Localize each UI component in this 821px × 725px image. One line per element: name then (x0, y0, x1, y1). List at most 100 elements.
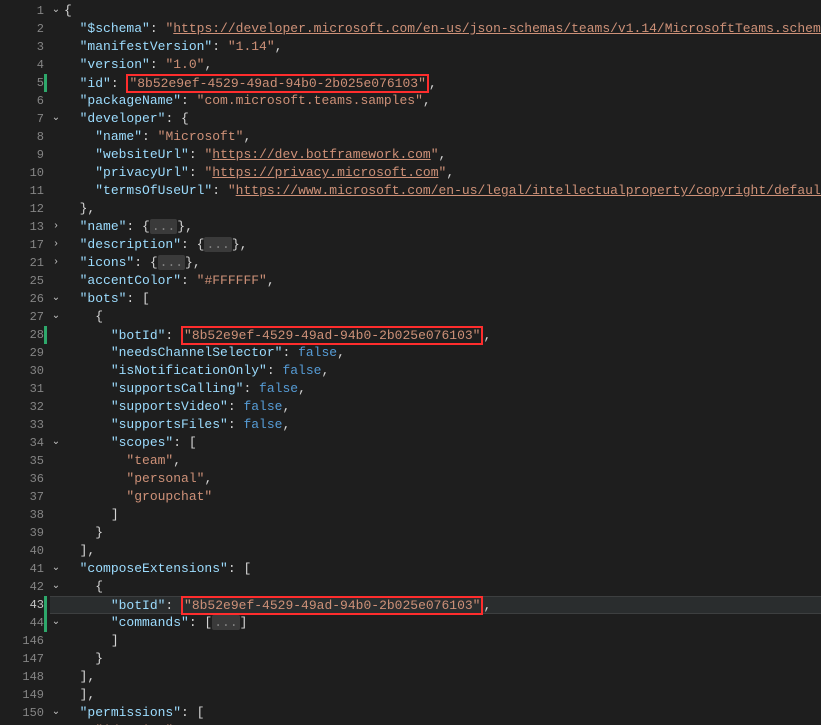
code-line[interactable]: "websiteUrl": "https://dev.botframework.… (50, 146, 821, 164)
line-number: 31 (0, 380, 50, 398)
line-number: 40 (0, 542, 50, 560)
fold-expanded-icon[interactable] (50, 110, 62, 128)
line-number: 27 (0, 308, 50, 326)
line-number: 33 (0, 416, 50, 434)
code-line[interactable]: "manifestVersion": "1.14", (50, 38, 821, 56)
code-line[interactable]: "icons": {...}, (50, 254, 821, 272)
code-line[interactable]: }, (50, 200, 821, 218)
code-line[interactable]: "accentColor": "#FFFFFF", (50, 272, 821, 290)
line-number: 29 (0, 344, 50, 362)
code-line[interactable]: "supportsFiles": false, (50, 416, 821, 434)
code-line[interactable]: "bots": [ (50, 290, 821, 308)
line-number: 150 (0, 704, 50, 722)
line-number: 42 (0, 578, 50, 596)
modified-indicator (44, 596, 47, 614)
line-number: 9 (0, 146, 50, 164)
code-line[interactable]: "name": "Microsoft", (50, 128, 821, 146)
line-number: 28 (0, 326, 50, 344)
code-line[interactable]: "supportsCalling": false, (50, 380, 821, 398)
code-line[interactable]: } (50, 650, 821, 668)
line-number: 36 (0, 470, 50, 488)
fold-expanded-icon[interactable] (50, 2, 62, 20)
code-line[interactable]: "supportsVideo": false, (50, 398, 821, 416)
code-line[interactable]: "permissions": [ (50, 704, 821, 722)
line-number: 43 (0, 596, 50, 614)
code-line[interactable]: { (50, 2, 821, 20)
line-number: 35 (0, 452, 50, 470)
code-line[interactable]: ], (50, 686, 821, 704)
line-number: 34 (0, 434, 50, 452)
line-number: 21 (0, 254, 50, 272)
code-line[interactable]: "groupchat" (50, 488, 821, 506)
line-number: 30 (0, 362, 50, 380)
line-number: 44 (0, 614, 50, 632)
highlighted-value: "8b52e9ef-4529-49ad-94b0-2b025e076103" (126, 74, 428, 93)
code-line[interactable]: "needsChannelSelector": false, (50, 344, 821, 362)
code-line[interactable]: } (50, 524, 821, 542)
line-number: 37 (0, 488, 50, 506)
fold-expanded-icon[interactable] (50, 434, 62, 452)
code-line[interactable]: "scopes": [ (50, 434, 821, 452)
folded-region[interactable]: ... (158, 255, 185, 270)
line-number: 148 (0, 668, 50, 686)
fold-expanded-icon[interactable] (50, 614, 62, 632)
line-number: 5 (0, 74, 50, 92)
folded-region[interactable]: ... (204, 237, 231, 252)
code-line[interactable]: "botId": "8b52e9ef-4529-49ad-94b0-2b025e… (50, 326, 821, 344)
line-number: 10 (0, 164, 50, 182)
highlighted-value: "8b52e9ef-4529-49ad-94b0-2b025e076103" (181, 326, 483, 345)
code-editor: 1234567891011121317212526272829303132333… (0, 0, 821, 725)
code-line[interactable]: "commands": [...] (50, 614, 821, 632)
line-number: 32 (0, 398, 50, 416)
folded-region[interactable]: ... (150, 219, 177, 234)
modified-indicator (44, 614, 47, 632)
line-number-gutter: 1234567891011121317212526272829303132333… (0, 0, 50, 725)
line-number: 39 (0, 524, 50, 542)
code-line[interactable]: ], (50, 668, 821, 686)
code-line[interactable]: ] (50, 506, 821, 524)
code-line[interactable]: { (50, 308, 821, 326)
code-line[interactable]: "id": "8b52e9ef-4529-49ad-94b0-2b025e076… (50, 74, 821, 92)
line-number: 26 (0, 290, 50, 308)
line-number: 1 (0, 2, 50, 20)
fold-expanded-icon[interactable] (50, 560, 62, 578)
line-number: 2 (0, 20, 50, 38)
fold-expanded-icon[interactable] (50, 578, 62, 596)
code-line[interactable]: "developer": { (50, 110, 821, 128)
line-number: 147 (0, 650, 50, 668)
code-line[interactable]: "personal", (50, 470, 821, 488)
code-line[interactable]: "description": {...}, (50, 236, 821, 254)
line-number: 7 (0, 110, 50, 128)
code-line[interactable]: "termsOfUseUrl": "https://www.microsoft.… (50, 182, 821, 200)
modified-indicator (44, 74, 47, 92)
fold-collapsed-icon[interactable] (50, 236, 62, 254)
line-number: 13 (0, 218, 50, 236)
code-line[interactable]: "$schema": "https://developer.microsoft.… (50, 20, 821, 38)
code-line[interactable]: ], (50, 542, 821, 560)
line-number: 4 (0, 56, 50, 74)
fold-expanded-icon[interactable] (50, 704, 62, 722)
code-line[interactable]: { (50, 578, 821, 596)
line-number: 8 (0, 128, 50, 146)
fold-collapsed-icon[interactable] (50, 218, 62, 236)
line-number: 41 (0, 560, 50, 578)
line-number: 38 (0, 506, 50, 524)
code-line[interactable]: "packageName": "com.microsoft.teams.samp… (50, 92, 821, 110)
fold-collapsed-icon[interactable] (50, 254, 62, 272)
code-line[interactable]: "team", (50, 452, 821, 470)
code-line[interactable]: "botId": "8b52e9ef-4529-49ad-94b0-2b025e… (50, 596, 821, 614)
code-area[interactable]: { "$schema": "https://developer.microsof… (50, 0, 821, 725)
folded-region[interactable]: ... (212, 615, 239, 630)
fold-expanded-icon[interactable] (50, 308, 62, 326)
line-number: 17 (0, 236, 50, 254)
line-number: 149 (0, 686, 50, 704)
code-line[interactable]: "version": "1.0", (50, 56, 821, 74)
code-line[interactable]: "isNotificationOnly": false, (50, 362, 821, 380)
fold-expanded-icon[interactable] (50, 290, 62, 308)
code-line[interactable]: ] (50, 632, 821, 650)
code-line[interactable]: "composeExtensions": [ (50, 560, 821, 578)
code-line[interactable]: "privacyUrl": "https://privacy.microsoft… (50, 164, 821, 182)
highlighted-value: "8b52e9ef-4529-49ad-94b0-2b025e076103" (181, 596, 483, 615)
line-number: 11 (0, 182, 50, 200)
code-line[interactable]: "name": {...}, (50, 218, 821, 236)
